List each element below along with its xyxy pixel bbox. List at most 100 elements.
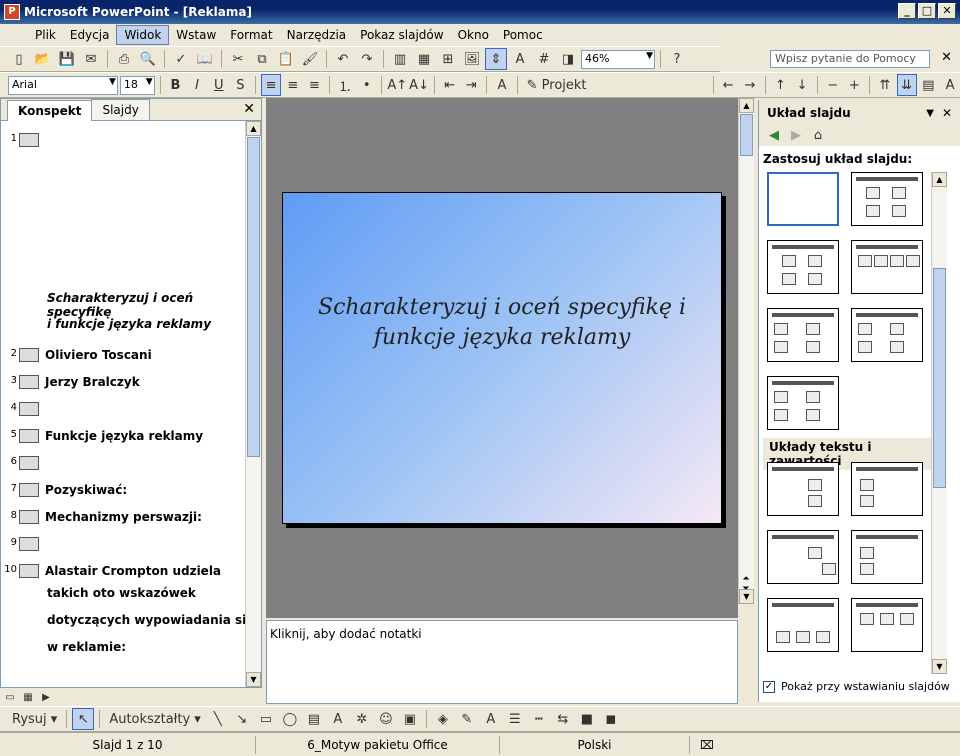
menu-narzedzia[interactable]: Narzędzia xyxy=(280,26,354,44)
close-button[interactable]: ✕ xyxy=(938,3,956,19)
bold-button[interactable]: B xyxy=(166,74,186,96)
outline-row[interactable]: 2 Oliviero Toscani xyxy=(1,348,152,362)
document-close-icon[interactable]: ✕ xyxy=(941,50,952,65)
align-left-icon[interactable]: ≡ xyxy=(261,74,281,96)
notes-pane[interactable]: Kliknij, aby dodać notatki xyxy=(266,620,738,704)
chevron-down-icon[interactable]: ▼ xyxy=(926,108,934,119)
select-arrow-icon[interactable]: ↖ xyxy=(72,708,95,730)
previous-slide-icon[interactable]: ⏶ xyxy=(742,574,749,584)
font-color-icon[interactable]: A xyxy=(492,74,512,96)
maximize-button[interactable]: □ xyxy=(918,3,936,19)
color-grayscale-icon[interactable]: ◨ xyxy=(557,48,579,70)
outline-row[interactable]: 7 Pozyskiwać: xyxy=(1,483,127,497)
layout-blank[interactable] xyxy=(767,172,839,226)
collapse-all-icon[interactable]: ⇈ xyxy=(875,74,895,96)
insert-image-icon[interactable]: 🖼 xyxy=(461,48,483,70)
scroll-down-icon[interactable]: ▼ xyxy=(932,659,947,674)
textbox-icon[interactable]: ▤ xyxy=(303,708,325,730)
tab-slajdy[interactable]: Slajdy xyxy=(91,99,150,120)
outline-row[interactable]: dotyczących wypowiadania się xyxy=(47,613,254,627)
outline-row[interactable]: w reklamie: xyxy=(47,640,126,654)
fill-color-icon[interactable]: ◈ xyxy=(432,708,454,730)
back-icon[interactable]: ◀ xyxy=(765,126,783,144)
menu-pokaz-slajdow[interactable]: Pokaz slajdów xyxy=(353,26,450,44)
show-grid-icon[interactable]: # xyxy=(533,48,555,70)
insert-chart-icon[interactable]: ▥ xyxy=(389,48,411,70)
redo-icon[interactable]: ↷ xyxy=(356,48,378,70)
dash-style-icon[interactable]: ┅ xyxy=(528,708,550,730)
help-search-input[interactable]: Wpisz pytanie do Pomocy xyxy=(770,50,930,68)
font-size-select[interactable]: 18 ▼ xyxy=(119,75,155,95)
home-icon[interactable]: ⌂ xyxy=(809,126,827,144)
layout-text-content-2[interactable] xyxy=(851,462,923,516)
menu-okno[interactable]: Okno xyxy=(451,26,496,44)
cut-icon[interactable]: ✂ xyxy=(227,48,249,70)
outline-row[interactable]: 3 Jerzy Bralczyk xyxy=(1,375,140,389)
move-up-icon[interactable]: ↑ xyxy=(771,74,791,96)
expand-all-icon[interactable]: ⇕ xyxy=(485,48,507,70)
layout-title-four-content[interactable] xyxy=(767,308,839,362)
scroll-up-icon[interactable]: ▲ xyxy=(932,172,947,187)
save-icon[interactable]: 💾 xyxy=(56,48,78,70)
outline-row[interactable]: 4 xyxy=(1,402,45,416)
show-format-icon[interactable]: A xyxy=(940,74,960,96)
permission-icon[interactable]: ✉ xyxy=(80,48,102,70)
paste-icon[interactable]: 📋 xyxy=(275,48,297,70)
line-color-icon[interactable]: ✎ xyxy=(456,708,478,730)
layout-title-content[interactable] xyxy=(767,240,839,294)
show-formatting-icon[interactable]: A xyxy=(509,48,531,70)
expand-icon[interactable]: + xyxy=(844,74,864,96)
autoshapes-menu[interactable]: Autokształty ▾ xyxy=(105,708,205,730)
scroll-up-icon[interactable]: ▲ xyxy=(246,121,261,136)
outline-row[interactable]: 1 xyxy=(1,133,45,147)
shadow-style-icon[interactable]: ■ xyxy=(576,708,598,730)
arrow-style-icon[interactable]: ⇆ xyxy=(552,708,574,730)
outline-row[interactable]: Scharakteryzuj i oceń specyfikę xyxy=(47,291,261,319)
show-on-insert-option[interactable]: ✓ Pokaż przy wstawianiu slajdów xyxy=(763,680,950,693)
tables-borders-icon[interactable]: ⊞ xyxy=(437,48,459,70)
slideshow-view-icon[interactable]: ▶ xyxy=(38,690,54,704)
shadow-button[interactable]: S xyxy=(231,74,251,96)
align-center-icon[interactable]: ≡ xyxy=(283,74,303,96)
layout-text-content-4[interactable] xyxy=(851,530,923,584)
increase-indent-icon[interactable]: ⇥ xyxy=(462,74,482,96)
layout-text-content-1[interactable] xyxy=(767,462,839,516)
move-down-icon[interactable]: ↓ xyxy=(792,74,812,96)
layout-text-content-6[interactable] xyxy=(851,598,923,652)
insert-table-icon[interactable]: ▦ xyxy=(413,48,435,70)
menu-edycja[interactable]: Edycja xyxy=(63,26,117,44)
wordart-icon[interactable]: A xyxy=(327,708,349,730)
outline-row[interactable]: 5 Funkcje języka reklamy xyxy=(1,429,203,443)
collapse-icon[interactable]: − xyxy=(823,74,843,96)
checkbox[interactable]: ✓ xyxy=(763,680,775,693)
forward-icon[interactable]: ▶ xyxy=(787,126,805,144)
menu-pomoc[interactable]: Pomoc xyxy=(496,26,550,44)
outline-row[interactable]: 9 xyxy=(1,537,45,551)
open-icon[interactable]: 📂 xyxy=(32,48,54,70)
layout-four-content[interactable] xyxy=(767,376,839,430)
print-preview-icon[interactable]: 🔍 xyxy=(137,48,159,70)
help-icon[interactable]: ? xyxy=(666,48,688,70)
layout-content-variant[interactable] xyxy=(851,308,923,362)
zoom-select[interactable]: 46% ▼ xyxy=(581,49,655,69)
close-icon[interactable]: ✕ xyxy=(942,106,952,120)
menu-widok[interactable]: Widok xyxy=(116,25,170,45)
outline-row[interactable]: i funkcje języka reklamy xyxy=(47,317,211,331)
scroll-thumb[interactable] xyxy=(740,114,753,156)
increase-font-icon[interactable]: A↑ xyxy=(387,74,407,96)
arrow-right-icon[interactable]: → xyxy=(740,74,760,96)
slide-scrollbar[interactable]: ▲ ▼ xyxy=(738,98,754,604)
new-icon[interactable]: ▯ xyxy=(8,48,30,70)
underline-button[interactable]: U xyxy=(209,74,229,96)
normal-view-icon[interactable]: ▭ xyxy=(2,690,18,704)
design-button[interactable]: ✎ Projekt xyxy=(523,74,591,96)
outline-row[interactable]: 10 Alastair Crompton udziela xyxy=(1,564,221,578)
clipart-icon[interactable]: ☺ xyxy=(375,708,397,730)
format-painter-icon[interactable]: 🖌 xyxy=(299,48,321,70)
menu-format[interactable]: Format xyxy=(223,26,279,44)
menu-wstaw[interactable]: Wstaw xyxy=(169,26,223,44)
menu-plik[interactable]: Plik xyxy=(28,26,63,44)
line-icon[interactable]: ╲ xyxy=(207,708,229,730)
expand-all-2-icon[interactable]: ⇊ xyxy=(896,74,917,96)
powerpoint-app-icon[interactable]: P xyxy=(4,4,20,20)
